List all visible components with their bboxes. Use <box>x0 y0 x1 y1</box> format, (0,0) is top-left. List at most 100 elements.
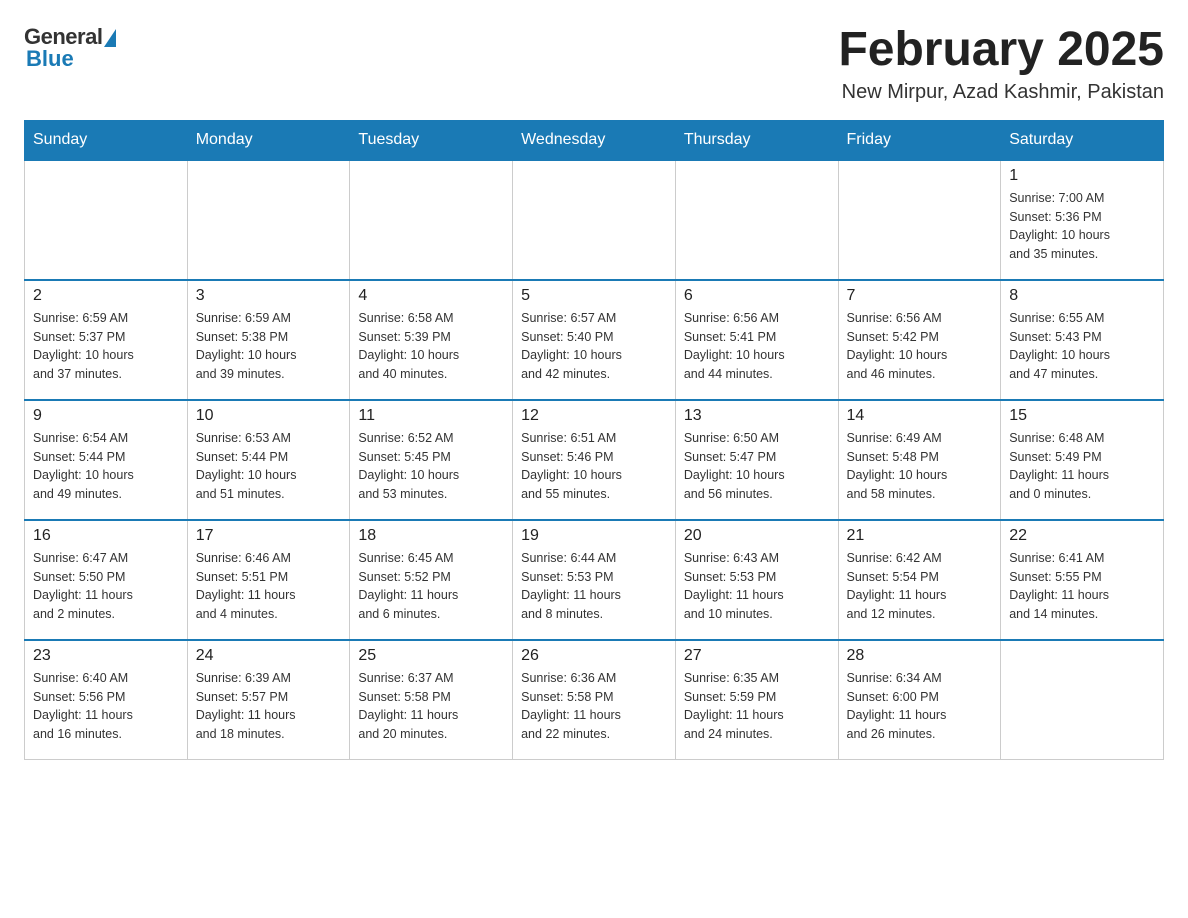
day-number: 6 <box>684 287 830 305</box>
calendar-cell: 21 Sunrise: 6:42 AMSunset: 5:54 PMDayligh… <box>838 520 1001 640</box>
weekday-header-tuesday: Tuesday <box>350 120 513 160</box>
calendar-cell: 25 Sunrise: 6:37 AMSunset: 5:58 PMDayligh… <box>350 640 513 760</box>
calendar-cell: 12 Sunrise: 6:51 AMSunset: 5:46 PMDayligh… <box>513 400 676 520</box>
day-number: 9 <box>33 407 179 425</box>
day-info: Sunrise: 6:36 AMSunset: 5:58 PMDaylight:… <box>521 669 667 744</box>
day-info: Sunrise: 6:55 AMSunset: 5:43 PMDaylight:… <box>1009 309 1155 384</box>
day-number: 13 <box>684 407 830 425</box>
calendar-cell <box>350 160 513 280</box>
day-number: 21 <box>847 527 993 545</box>
day-info: Sunrise: 6:48 AMSunset: 5:49 PMDaylight:… <box>1009 429 1155 504</box>
day-info: Sunrise: 6:49 AMSunset: 5:48 PMDaylight:… <box>847 429 993 504</box>
day-number: 23 <box>33 647 179 665</box>
day-number: 3 <box>196 287 342 305</box>
calendar-cell: 8Sunrise: 6:55 AMSunset: 5:43 PMDaylight… <box>1001 280 1164 400</box>
calendar-cell: 27 Sunrise: 6:35 AMSunset: 5:59 PMDayligh… <box>675 640 838 760</box>
day-info: Sunrise: 6:51 AMSunset: 5:46 PMDaylight:… <box>521 429 667 504</box>
day-info: Sunrise: 6:34 AMSunset: 6:00 PMDaylight:… <box>847 669 993 744</box>
calendar-cell: 10Sunrise: 6:53 AMSunset: 5:44 PMDayligh… <box>187 400 350 520</box>
calendar-week-3: 9 Sunrise: 6:54 AMSunset: 5:44 PMDaylight… <box>25 400 1164 520</box>
day-number: 20 <box>684 527 830 545</box>
calendar-cell: 19 Sunrise: 6:44 AMSunset: 5:53 PMDayligh… <box>513 520 676 640</box>
day-info: Sunrise: 6:58 AMSunset: 5:39 PMDaylight:… <box>358 309 504 384</box>
day-number: 25 <box>358 647 504 665</box>
logo-triangle-icon <box>104 29 116 47</box>
day-number: 7 <box>847 287 993 305</box>
day-info: Sunrise: 6:53 AMSunset: 5:44 PMDaylight:… <box>196 429 342 504</box>
calendar-cell <box>838 160 1001 280</box>
title-block: February 2025 New Mirpur, Azad Kashmir, … <box>838 24 1164 104</box>
calendar-cell: 28 Sunrise: 6:34 AMSunset: 6:00 PMDayligh… <box>838 640 1001 760</box>
day-info: Sunrise: 6:59 AMSunset: 5:37 PMDaylight:… <box>33 309 179 384</box>
calendar-cell: 20 Sunrise: 6:43 AMSunset: 5:53 PMDayligh… <box>675 520 838 640</box>
calendar-subtitle: New Mirpur, Azad Kashmir, Pakistan <box>838 81 1164 104</box>
calendar-cell: 17 Sunrise: 6:46 AMSunset: 5:51 PMDayligh… <box>187 520 350 640</box>
day-info: Sunrise: 6:56 AMSunset: 5:42 PMDaylight:… <box>847 309 993 384</box>
calendar-cell <box>25 160 188 280</box>
calendar-cell <box>187 160 350 280</box>
day-info: Sunrise: 6:54 AMSunset: 5:44 PMDaylight:… <box>33 429 179 504</box>
day-info: Sunrise: 6:50 AMSunset: 5:47 PMDaylight:… <box>684 429 830 504</box>
calendar-cell: 6Sunrise: 6:56 AMSunset: 5:41 PMDaylight… <box>675 280 838 400</box>
weekday-header-saturday: Saturday <box>1001 120 1164 160</box>
day-number: 1 <box>1009 167 1155 185</box>
calendar-table: SundayMondayTuesdayWednesdayThursdayFrid… <box>24 120 1164 761</box>
day-number: 22 <box>1009 527 1155 545</box>
calendar-cell: 5 Sunrise: 6:57 AMSunset: 5:40 PMDaylight… <box>513 280 676 400</box>
calendar-cell: 1 Sunrise: 7:00 AMSunset: 5:36 PMDaylight… <box>1001 160 1164 280</box>
day-number: 2 <box>33 287 179 305</box>
day-info: Sunrise: 6:39 AMSunset: 5:57 PMDaylight:… <box>196 669 342 744</box>
day-number: 5 <box>521 287 667 305</box>
calendar-title: February 2025 <box>838 24 1164 77</box>
calendar-week-5: 23 Sunrise: 6:40 AMSunset: 5:56 PMDayligh… <box>25 640 1164 760</box>
weekday-header-thursday: Thursday <box>675 120 838 160</box>
calendar-cell: 9 Sunrise: 6:54 AMSunset: 5:44 PMDaylight… <box>25 400 188 520</box>
calendar-cell: 2 Sunrise: 6:59 AMSunset: 5:37 PMDaylight… <box>25 280 188 400</box>
day-info: Sunrise: 6:44 AMSunset: 5:53 PMDaylight:… <box>521 549 667 624</box>
calendar-cell <box>1001 640 1164 760</box>
day-number: 17 <box>196 527 342 545</box>
day-number: 26 <box>521 647 667 665</box>
day-info: Sunrise: 6:46 AMSunset: 5:51 PMDaylight:… <box>196 549 342 624</box>
day-number: 27 <box>684 647 830 665</box>
day-number: 11 <box>358 407 504 425</box>
calendar-cell: 24Sunrise: 6:39 AMSunset: 5:57 PMDayligh… <box>187 640 350 760</box>
calendar-week-1: 1 Sunrise: 7:00 AMSunset: 5:36 PMDaylight… <box>25 160 1164 280</box>
calendar-cell: 22 Sunrise: 6:41 AMSunset: 5:55 PMDayligh… <box>1001 520 1164 640</box>
day-number: 16 <box>33 527 179 545</box>
calendar-cell: 4Sunrise: 6:58 AMSunset: 5:39 PMDaylight… <box>350 280 513 400</box>
calendar-cell: 15 Sunrise: 6:48 AMSunset: 5:49 PMDayligh… <box>1001 400 1164 520</box>
day-info: Sunrise: 6:41 AMSunset: 5:55 PMDaylight:… <box>1009 549 1155 624</box>
calendar-cell: 7 Sunrise: 6:56 AMSunset: 5:42 PMDaylight… <box>838 280 1001 400</box>
calendar-week-4: 16 Sunrise: 6:47 AMSunset: 5:50 PMDayligh… <box>25 520 1164 640</box>
day-info: Sunrise: 6:45 AMSunset: 5:52 PMDaylight:… <box>358 549 504 624</box>
day-number: 12 <box>521 407 667 425</box>
calendar-cell: 14Sunrise: 6:49 AMSunset: 5:48 PMDayligh… <box>838 400 1001 520</box>
day-info: Sunrise: 6:37 AMSunset: 5:58 PMDaylight:… <box>358 669 504 744</box>
logo: General Blue <box>24 24 116 72</box>
weekday-header-friday: Friday <box>838 120 1001 160</box>
weekday-header-wednesday: Wednesday <box>513 120 676 160</box>
day-info: Sunrise: 6:43 AMSunset: 5:53 PMDaylight:… <box>684 549 830 624</box>
day-info: Sunrise: 7:00 AMSunset: 5:36 PMDaylight:… <box>1009 189 1155 264</box>
day-info: Sunrise: 6:59 AMSunset: 5:38 PMDaylight:… <box>196 309 342 384</box>
day-info: Sunrise: 6:52 AMSunset: 5:45 PMDaylight:… <box>358 429 504 504</box>
day-info: Sunrise: 6:40 AMSunset: 5:56 PMDaylight:… <box>33 669 179 744</box>
day-info: Sunrise: 6:47 AMSunset: 5:50 PMDaylight:… <box>33 549 179 624</box>
calendar-body: 1 Sunrise: 7:00 AMSunset: 5:36 PMDaylight… <box>25 160 1164 760</box>
day-info: Sunrise: 6:57 AMSunset: 5:40 PMDaylight:… <box>521 309 667 384</box>
day-info: Sunrise: 6:42 AMSunset: 5:54 PMDaylight:… <box>847 549 993 624</box>
calendar-cell: 26 Sunrise: 6:36 AMSunset: 5:58 PMDayligh… <box>513 640 676 760</box>
day-number: 19 <box>521 527 667 545</box>
day-number: 28 <box>847 647 993 665</box>
page-header: General Blue February 2025 New Mirpur, A… <box>24 24 1164 104</box>
calendar-cell: 11 Sunrise: 6:52 AMSunset: 5:45 PMDayligh… <box>350 400 513 520</box>
weekday-header-sunday: Sunday <box>25 120 188 160</box>
calendar-cell: 16 Sunrise: 6:47 AMSunset: 5:50 PMDayligh… <box>25 520 188 640</box>
calendar-header: SundayMondayTuesdayWednesdayThursdayFrid… <box>25 120 1164 160</box>
day-info: Sunrise: 6:35 AMSunset: 5:59 PMDaylight:… <box>684 669 830 744</box>
day-number: 15 <box>1009 407 1155 425</box>
logo-blue-text: Blue <box>24 46 74 72</box>
calendar-week-2: 2 Sunrise: 6:59 AMSunset: 5:37 PMDaylight… <box>25 280 1164 400</box>
weekday-header-monday: Monday <box>187 120 350 160</box>
